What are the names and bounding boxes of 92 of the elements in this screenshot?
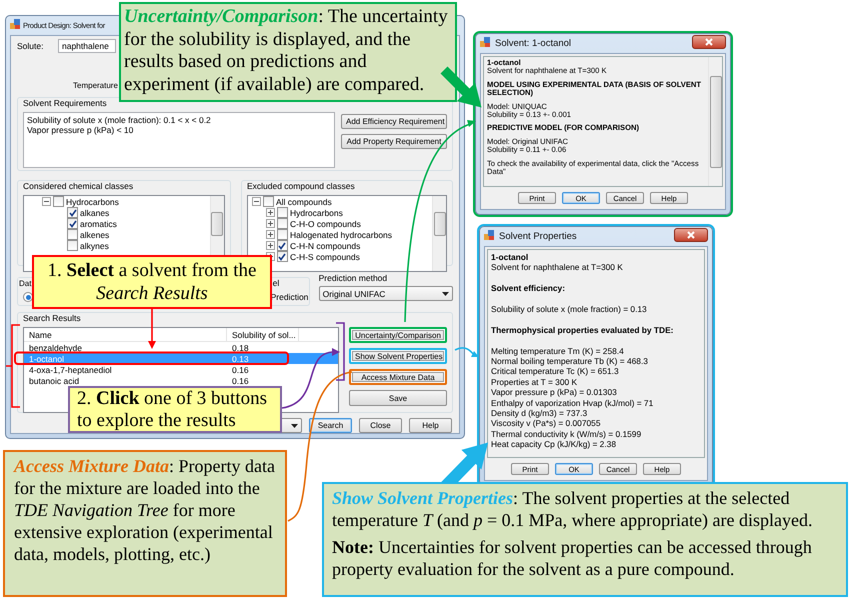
group-label: Solvent Requirements [22,98,108,109]
checkbox[interactable] [276,207,288,218]
checkbox[interactable] [262,196,274,207]
collapse-icon[interactable] [252,197,261,206]
tree-item[interactable]: alkanes [80,208,110,218]
tree-item[interactable]: aromatics [80,218,117,228]
field-label: Prediction method [318,273,388,283]
collapse-icon[interactable] [42,197,51,206]
tree-item[interactable]: Hydrocarbons [290,208,343,218]
close-button[interactable] [692,34,726,48]
requirements-list: Solubility of solute x (mole fraction): 0.1 < x < 0.2 Vapor pressure p (kPa) < 10 [23,112,335,168]
table-row[interactable]: 4-oxa-1,7-heptanediol 0.16 [24,364,338,375]
group-label: Excluded compound classes [246,181,356,192]
expand-icon[interactable] [266,219,275,228]
annotation-text: Uncertainty/Comparison: The uncertainty for the solubility is displayed, and the results based on predictions and experiment (if available) are compared. [124,6,449,96]
checkbox[interactable] [67,218,78,229]
caret-icon [291,424,298,428]
bracket [336,322,345,381]
tree-item[interactable]: alkynes [80,240,109,250]
dialog-button[interactable]: Close [359,418,402,433]
checkbox[interactable] [67,229,78,240]
group-label: Dat [18,278,32,289]
annotation-text: 1. Select a solvent from the Search Results [46,259,258,305]
scrollbar[interactable] [432,196,446,271]
expand-icon[interactable] [266,230,275,239]
annotation-text: Note: Uncertainties for solvent properties can be accessed through property evaluation for the solvent as a pure compound. [332,536,813,580]
dropdown[interactable] [280,418,302,433]
dialog-text: 1-octanol [491,252,530,262]
tree-item[interactable]: alkenes [80,230,110,240]
caret-icon [442,292,449,296]
dialog-text: Normal boiling temperature Tb (K) = 468.3 [491,356,649,366]
dialog-text: Solvent for naphthalene at T=300 K [491,262,624,273]
action-button[interactable]: Save [349,390,447,406]
annotation-text: Access Mixture Data: Property data for the mixture are loaded into the TDE Navigation Tree for more extensive exploration (experimental data, models, plotting, etc.) [14,455,276,565]
tree-item[interactable]: C-H-N compounds [290,240,360,250]
close-icon [705,38,713,46]
table-row[interactable]: butanoic acid 0.16 [24,375,338,386]
annotation-text: 2. Click one of 3 buttons to explore the results [77,388,268,431]
prediction-method-dropdown[interactable]: Original UNIFAC [318,286,453,301]
expand-icon[interactable] [266,208,275,217]
checkbox[interactable] [276,218,288,229]
tree-item[interactable]: C-H-S compounds [290,252,360,262]
group-label: Search Results [22,313,82,324]
table-row[interactable]: benzaldehyde 0.18 [24,342,338,353]
dialog-button[interactable]: Search [309,418,352,433]
solute-field[interactable]: naphthalene [58,39,116,53]
app-icon [484,230,495,241]
window-title: Solvent: 1-octanol [495,38,572,49]
dialog-text: Properties at T = 300 K [491,376,578,388]
connector-arrow [282,348,340,409]
checkbox[interactable] [67,207,78,218]
tree-item[interactable]: Hydrocarbons [66,196,119,206]
close-icon [687,230,695,238]
app-icon [480,37,491,48]
action-button[interactable]: Uncertainty/Comparison [349,327,447,343]
dialog-text: Viscosity v (Pa*s) = 0.007055 [491,418,602,429]
scrollbar[interactable] [708,57,722,186]
checkbox[interactable] [276,251,288,262]
group-label: Considered chemical classes [22,181,134,192]
dialog-text: Vapor pressure p (kPa) = 0.01303 [491,387,618,398]
dialog-text: Solvent efficiency: [491,283,566,294]
dialog-text: Solubility of solute x (mole fraction) = 0.13 [491,304,648,314]
radio-label: Prediction [270,292,308,302]
temperature-label: Temperature [73,81,118,90]
dialog-text: Heat capacity Cp (kJ/K/kg) = 2.38 [491,439,617,450]
annotation-text: Show Solvent Properties: The solvent properties at the selected temperature T (and p = 0.1 MPa, where appropriate) are displayed. [332,487,814,531]
expand-icon[interactable] [266,241,275,250]
checkbox[interactable] [276,229,288,240]
checkbox[interactable] [53,196,64,207]
connector-arrow [454,347,479,357]
app-icon [10,19,21,30]
checkbox[interactable] [67,240,78,251]
tree-item[interactable]: All compounds [276,196,332,206]
window-title: Solvent Properties [499,231,578,242]
radio-button[interactable] [23,292,33,302]
action-button[interactable]: Show Solvent Properties [349,348,447,364]
column-header[interactable]: Solubility of sol... [227,328,299,341]
action-button[interactable]: Access Mixture Data [349,369,447,385]
add-requirement-button[interactable]: Add Efficiency Requirement [341,114,447,129]
tree-item[interactable]: Halogenated hydrocarbons [290,230,392,240]
dialog-text: Critical temperature Tc (K) = 651.3 [491,366,620,377]
add-requirement-button[interactable]: Add Property Requirement [341,134,447,149]
dialog-text: Enthalpy of vaporization Hvap (kJ/mol) = 71 [491,398,654,408]
dialog-button[interactable]: Help [409,418,452,433]
dialog-text: Thermophysical properties evaluated by TDE: [491,324,674,336]
checkbox[interactable] [276,240,288,251]
tree-item[interactable]: C-H-O compounds [290,218,361,228]
dialog-text: Density d (kg/m3) = 737.3 [491,408,588,418]
solute-label: Solute: [17,41,44,51]
dialog-text: Melting temperature Tm (K) = 258.4 [491,346,625,356]
close-button[interactable] [674,228,708,242]
dialog-text: Thermal conductivity k (W/m/s) = 0.1599 [491,428,642,440]
